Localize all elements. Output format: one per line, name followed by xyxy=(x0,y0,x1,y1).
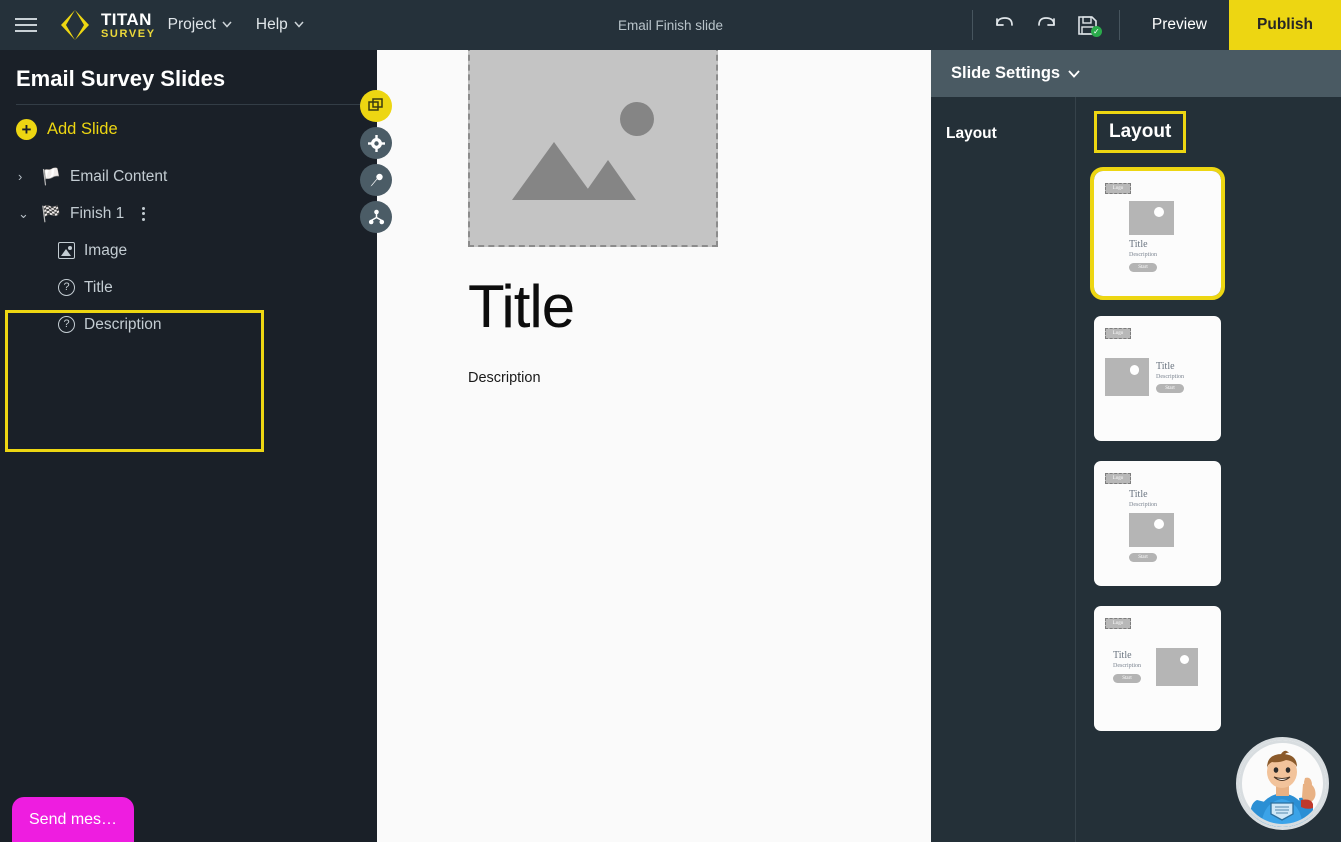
slide-settings-label: Slide Settings xyxy=(951,64,1061,82)
floating-action-buttons xyxy=(360,90,392,233)
send-message-button[interactable]: Send mes… xyxy=(12,797,134,842)
thumb-description: Description xyxy=(1129,252,1157,258)
slide-tree: › 🏳️ Email Content ⌄ 🏁 Finish 1 Image ? … xyxy=(0,154,377,452)
tree-item-title[interactable]: ? Title xyxy=(0,269,377,306)
tree-item-image[interactable]: Image xyxy=(0,232,377,269)
left-sidebar: Email Survey Slides + Add Slide › 🏳️ Ema… xyxy=(0,50,377,842)
question-circle-icon: ? xyxy=(58,279,75,296)
layout-thumb-text-top[interactable]: Logo Title Description Start xyxy=(1094,461,1221,586)
thumb-description: Description xyxy=(1129,502,1157,508)
logo-primary-text: TITAN xyxy=(101,9,152,29)
menu-help-label: Help xyxy=(255,16,288,33)
layout-thumb-image-left[interactable]: Logo Title Description Start xyxy=(1094,316,1221,441)
slide-canvas[interactable]: Title Description xyxy=(377,50,931,842)
top-bar: TITAN SURVEY Project Help Email Finish s… xyxy=(0,0,1341,50)
hamburger-menu-icon[interactable] xyxy=(0,0,52,50)
app-root: TITAN SURVEY Project Help Email Finish s… xyxy=(0,0,1341,842)
divider xyxy=(971,10,973,40)
placeholder-sun xyxy=(620,102,654,136)
add-slide-label: Add Slide xyxy=(47,120,118,138)
redo-arrow-icon[interactable] xyxy=(1025,0,1067,50)
layout-section-title: Layout xyxy=(1094,111,1187,153)
thumb-title: Title xyxy=(1129,239,1148,250)
tree-item-finish-1[interactable]: ⌄ 🏁 Finish 1 xyxy=(0,195,377,232)
tree-item-label: Description xyxy=(84,315,162,333)
divider xyxy=(1118,10,1120,40)
thumb-image-placeholder-icon xyxy=(1105,358,1149,396)
layout-section: Layout Logo Title Description Start Logo xyxy=(1076,97,1341,842)
paint-brush-icon[interactable] xyxy=(360,164,392,196)
thumb-title: Title xyxy=(1156,361,1175,372)
thumb-logo-badge: Logo xyxy=(1105,473,1131,484)
thumb-start-button: Start xyxy=(1113,674,1141,683)
tree-item-label: Title xyxy=(84,278,113,296)
chevron-down-icon[interactable]: ⌄ xyxy=(18,206,32,222)
chevron-right-icon[interactable]: › xyxy=(18,169,32,184)
layout-thumb-centered[interactable]: Logo Title Description Start xyxy=(1090,167,1225,300)
logo-secondary-text: SURVEY xyxy=(101,27,156,40)
save-status-badge: ✓ xyxy=(1090,26,1102,37)
thumb-logo-badge: Logo xyxy=(1105,328,1131,339)
slide-settings-header[interactable]: Slide Settings xyxy=(931,50,1341,97)
thumb-logo-badge: Logo xyxy=(1105,618,1131,629)
image-placeholder-icon[interactable] xyxy=(468,50,718,247)
right-panel: Slide Settings Layout Layout Logo Title … xyxy=(931,50,1341,842)
publish-button[interactable]: Publish xyxy=(1229,0,1341,50)
sidebar-title: Email Survey Slides xyxy=(16,66,226,91)
thumb-image-placeholder-icon xyxy=(1129,201,1174,235)
tree-item-description[interactable]: ? Description xyxy=(0,306,377,343)
chevron-down-icon xyxy=(222,20,232,31)
tree-item-label: Email Content xyxy=(70,167,168,185)
gear-settings-icon[interactable] xyxy=(360,127,392,159)
placeholder-mountain-small xyxy=(580,160,636,200)
image-placeholder-icon xyxy=(58,242,75,259)
menu-project-label: Project xyxy=(167,16,216,33)
preview-button[interactable]: Preview xyxy=(1130,0,1229,50)
top-bar-actions: ✓ Preview Publish xyxy=(962,0,1341,50)
thumb-image-placeholder-icon xyxy=(1129,513,1174,547)
duplicate-layers-icon[interactable] xyxy=(360,90,392,122)
thumb-description: Description xyxy=(1156,374,1184,380)
more-options-icon[interactable] xyxy=(139,204,148,224)
thumb-description: Description xyxy=(1113,663,1141,669)
settings-nav: Layout xyxy=(931,97,1076,842)
thumb-image-placeholder-icon xyxy=(1156,648,1198,686)
menu-project[interactable]: Project xyxy=(156,0,244,50)
question-circle-icon: ? xyxy=(58,316,75,333)
thumb-start-button: Start xyxy=(1129,263,1157,272)
thumb-start-button: Start xyxy=(1129,553,1157,562)
tree-item-label: Image xyxy=(84,241,128,259)
white-flag-icon: 🏳️ xyxy=(41,168,61,186)
settings-body: Layout Layout Logo Title Description Sta… xyxy=(931,97,1341,842)
plus-icon: + xyxy=(16,119,37,140)
node-hierarchy-icon[interactable] xyxy=(360,201,392,233)
settings-nav-layout[interactable]: Layout xyxy=(946,125,1075,143)
tree-item-email-content[interactable]: › 🏳️ Email Content xyxy=(0,158,377,195)
add-slide-button[interactable]: + Add Slide xyxy=(0,105,377,154)
undo-arrow-icon[interactable] xyxy=(983,0,1025,50)
support-mascot-avatar[interactable] xyxy=(1236,737,1329,830)
layout-thumbnail-list: Logo Title Description Start Logo Title … xyxy=(1090,167,1341,731)
slide-title[interactable]: Title xyxy=(468,272,575,341)
thumb-start-button: Start xyxy=(1156,384,1184,393)
layout-thumb-image-right[interactable]: Title Description Start Logo xyxy=(1094,606,1221,731)
thumb-title: Title xyxy=(1129,489,1148,500)
app-logo[interactable]: TITAN SURVEY xyxy=(58,8,156,42)
chevron-down-icon xyxy=(294,20,304,31)
thumb-title: Title xyxy=(1113,650,1132,661)
chevron-down-icon[interactable] xyxy=(1068,64,1080,83)
tree-item-label: Finish 1 xyxy=(70,204,125,222)
save-floppy-disk-icon[interactable]: ✓ xyxy=(1067,0,1109,50)
thumb-logo-badge: Logo xyxy=(1105,183,1131,194)
titan-logo-icon xyxy=(58,8,92,42)
menu-help[interactable]: Help xyxy=(244,0,316,50)
checkered-flag-icon: 🏁 xyxy=(41,205,61,223)
slide-description[interactable]: Description xyxy=(468,370,541,386)
